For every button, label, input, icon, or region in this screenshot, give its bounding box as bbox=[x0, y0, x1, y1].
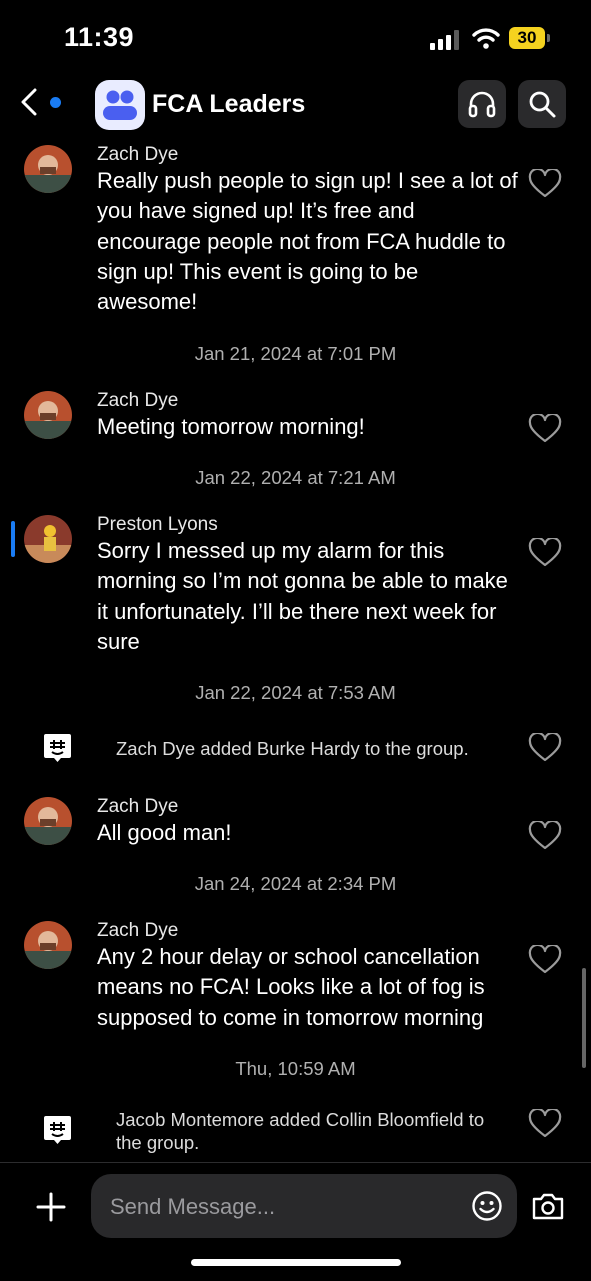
avatar-photo bbox=[24, 797, 72, 845]
sender-name: Zach Dye bbox=[97, 144, 179, 165]
avatar-photo bbox=[24, 145, 72, 193]
message-text[interactable]: Really push people to sign up! I see a l… bbox=[97, 166, 522, 317]
timestamp: Jan 24, 2024 at 2:34 PM bbox=[194, 873, 397, 894]
composer-bar: Send Message... bbox=[0, 1162, 591, 1281]
sender-name: Zach Dye bbox=[97, 796, 179, 817]
heart-icon[interactable] bbox=[528, 169, 562, 199]
home-indicator bbox=[191, 1259, 401, 1266]
sender-name: Zach Dye bbox=[97, 920, 179, 941]
system-message: Jacob Montemore added Collin Bloomfield … bbox=[116, 1109, 485, 1153]
group-people-icon bbox=[103, 90, 137, 120]
group-avatar[interactable] bbox=[95, 80, 145, 130]
timestamp: Jan 22, 2024 at 7:53 AM bbox=[195, 682, 396, 703]
emoji-icon[interactable] bbox=[471, 1190, 503, 1222]
groupme-icon bbox=[44, 1116, 71, 1144]
avatar-photo bbox=[24, 515, 72, 563]
search-icon bbox=[529, 91, 556, 118]
sender-avatar[interactable] bbox=[24, 921, 72, 969]
heart-icon[interactable] bbox=[528, 733, 562, 763]
heart-icon[interactable] bbox=[528, 1109, 562, 1139]
plus-icon[interactable] bbox=[35, 1191, 67, 1223]
heart-icon[interactable] bbox=[528, 821, 562, 851]
back-icon[interactable] bbox=[18, 88, 42, 116]
message-text[interactable]: All good man! bbox=[97, 818, 522, 848]
battery-indicator: 30 bbox=[509, 27, 551, 51]
message-text[interactable]: Sorry I messed up my alarm for this morn… bbox=[97, 536, 522, 657]
message-text[interactable]: Any 2 hour delay or school cancellation … bbox=[97, 942, 522, 1033]
timestamp: Jan 21, 2024 at 7:01 PM bbox=[194, 343, 397, 364]
message-text[interactable]: Meeting tomorrow morning! bbox=[97, 412, 522, 442]
cellular-signal-icon bbox=[430, 30, 459, 50]
avatar-photo bbox=[24, 921, 72, 969]
timestamp: Thu, 10:59 AM bbox=[235, 1058, 356, 1079]
status-time: 11:39 bbox=[64, 22, 135, 52]
sender-avatar[interactable] bbox=[24, 797, 72, 845]
highlight-bar bbox=[11, 521, 15, 557]
headphones-button[interactable] bbox=[458, 80, 506, 128]
avatar-photo bbox=[24, 391, 72, 439]
timestamp: Jan 22, 2024 at 7:21 AM bbox=[195, 467, 396, 488]
system-message: Zach Dye added Burke Hardy to the group. bbox=[116, 738, 469, 759]
sender-name: Preston Lyons bbox=[97, 514, 218, 535]
status-bar: 11:39 30 bbox=[0, 0, 591, 76]
sender-avatar[interactable] bbox=[24, 145, 72, 193]
chat-header: FCA Leaders bbox=[0, 76, 591, 138]
scrollbar[interactable] bbox=[582, 968, 586, 1068]
search-button[interactable] bbox=[518, 80, 566, 128]
message-input[interactable]: Send Message... bbox=[91, 1174, 517, 1238]
sender-avatar[interactable] bbox=[24, 391, 72, 439]
sender-avatar[interactable] bbox=[24, 515, 72, 563]
sender-name: Zach Dye bbox=[97, 390, 179, 411]
unread-dot bbox=[50, 97, 61, 108]
camera-icon[interactable] bbox=[531, 1191, 565, 1221]
battery-level: 30 bbox=[509, 27, 545, 49]
wifi-icon bbox=[472, 28, 500, 49]
group-title[interactable]: FCA Leaders bbox=[152, 90, 305, 119]
message-input-placeholder: Send Message... bbox=[110, 1194, 276, 1219]
groupme-icon bbox=[44, 734, 71, 762]
heart-icon[interactable] bbox=[528, 414, 562, 444]
battery-tip bbox=[547, 34, 550, 42]
headphones-icon bbox=[468, 91, 496, 118]
heart-icon[interactable] bbox=[528, 538, 562, 568]
heart-icon[interactable] bbox=[528, 945, 562, 975]
message-feed[interactable]: Zach Dye Really push people to sign up! … bbox=[0, 140, 591, 1162]
